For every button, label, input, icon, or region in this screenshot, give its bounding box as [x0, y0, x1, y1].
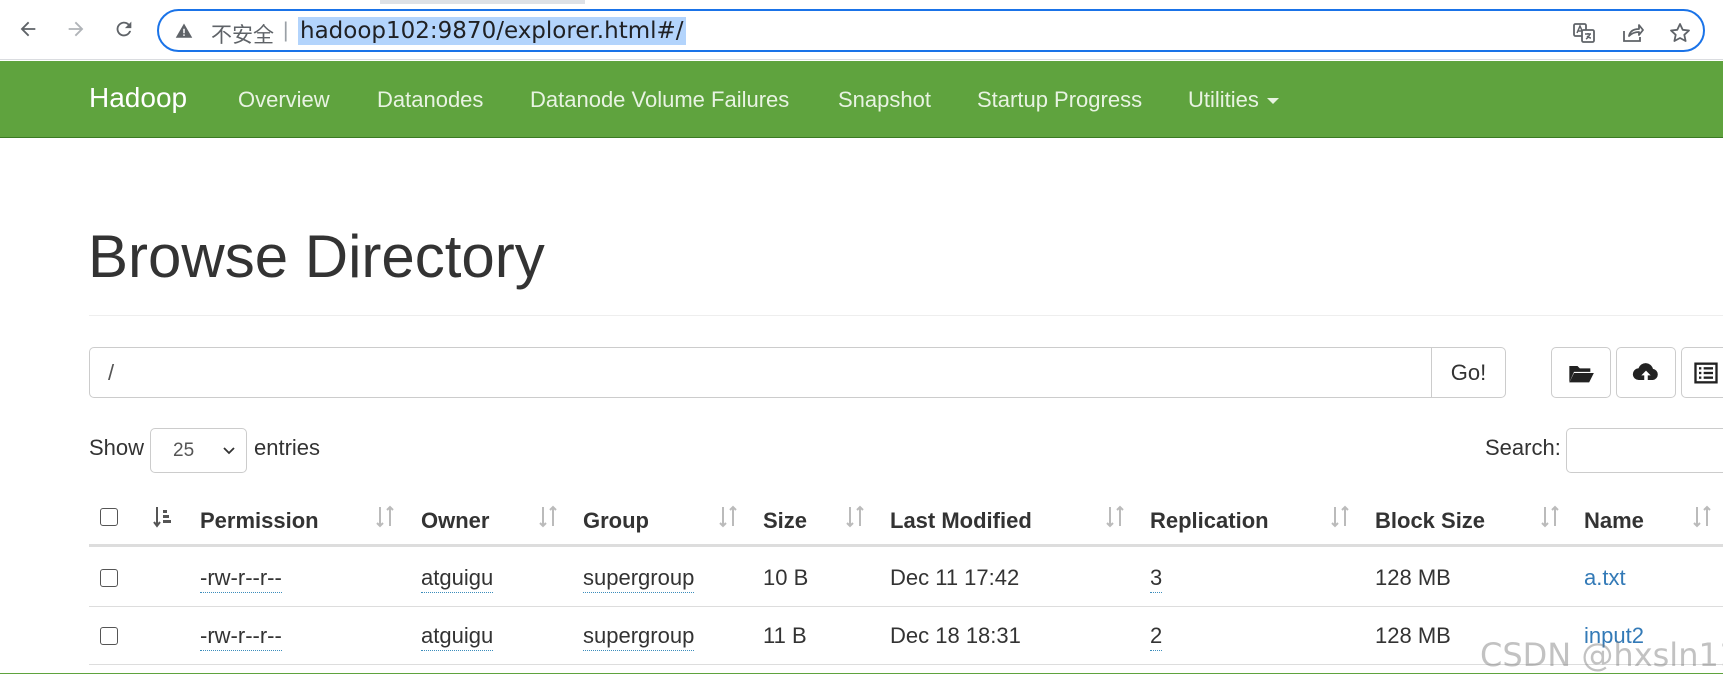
reload-icon	[116, 21, 132, 37]
group-cell[interactable]: supergroup	[583, 565, 695, 593]
sort-icon[interactable]	[844, 504, 866, 530]
column-size[interactable]: Size	[763, 508, 807, 534]
watermark: CSDN @hxsln11	[1480, 636, 1723, 674]
block-size-cell: 128 MB	[1375, 565, 1451, 590]
nav-datanodes[interactable]: Datanodes	[377, 87, 483, 113]
replication-cell[interactable]: 3	[1150, 565, 1163, 593]
sort-icon[interactable]	[717, 504, 739, 530]
sort-icon[interactable]	[1104, 504, 1126, 530]
owner-cell[interactable]: atguigu	[421, 623, 494, 651]
table-row: -rw-r--r-- atguigu supergroup 11 B Dec 1…	[89, 607, 1723, 665]
table-row: -rw-r--r-- atguigu supergroup 10 B Dec 1…	[89, 549, 1723, 607]
security-label: 不安全	[211, 23, 274, 47]
tab-strip	[0, 0, 1723, 4]
sort-icon[interactable]	[1691, 504, 1713, 530]
url-separator: |	[283, 19, 289, 42]
star-icon[interactable]	[1668, 21, 1692, 45]
create-directory-button[interactable]	[1551, 347, 1611, 398]
browser-toolbar: 不安全 | hadoop102:9870/explorer.html#/	[0, 0, 1723, 60]
chevron-down-icon	[223, 447, 235, 455]
go-button[interactable]: Go!	[1431, 347, 1506, 398]
directory-path-input[interactable]: /	[89, 347, 1432, 398]
entries-value: 25	[173, 440, 195, 461]
modified-cell: Dec 11 17:42	[890, 565, 1020, 590]
permission-cell[interactable]: -rw-r--r--	[200, 565, 282, 593]
column-group[interactable]: Group	[583, 508, 649, 534]
nav-snapshot[interactable]: Snapshot	[838, 87, 931, 113]
modified-cell: Dec 18 18:31	[890, 623, 1021, 648]
nav-utilities-label: Utilities	[1188, 87, 1259, 112]
list-icon	[1694, 362, 1718, 383]
entries-per-page-select[interactable]: 25	[150, 428, 247, 473]
table-header: Permission Owner Group Size Last Modifie…	[89, 496, 1723, 547]
search-input[interactable]	[1566, 428, 1723, 473]
share-icon[interactable]	[1620, 21, 1644, 45]
nav-datanode-volume-failures[interactable]: Datanode Volume Failures	[530, 87, 789, 113]
row-checkbox[interactable]	[100, 627, 118, 645]
bottom-divider	[0, 673, 1723, 674]
address-bar[interactable]: 不安全 | hadoop102:9870/explorer.html#/	[157, 9, 1705, 52]
folder-open-icon	[1569, 365, 1594, 382]
brand-logo[interactable]: Hadoop	[89, 82, 187, 114]
column-replication[interactable]: Replication	[1150, 508, 1269, 534]
nav-utilities[interactable]: Utilities	[1188, 87, 1279, 113]
upload-button[interactable]	[1616, 347, 1676, 398]
owner-cell[interactable]: atguigu	[421, 565, 494, 593]
size-cell: 11 B	[763, 623, 807, 648]
select-all-checkbox[interactable]	[100, 508, 118, 526]
translate-icon[interactable]	[1572, 21, 1596, 45]
nav-overview[interactable]: Overview	[238, 87, 330, 113]
warning-icon	[175, 23, 193, 38]
back-button[interactable]	[13, 14, 43, 44]
hadoop-navbar: Hadoop Overview Datanodes Datanode Volum…	[0, 61, 1723, 138]
page-title: Browse Directory	[88, 223, 545, 290]
column-owner[interactable]: Owner	[421, 508, 489, 534]
column-last-modified[interactable]: Last Modified	[890, 508, 1032, 534]
url-text[interactable]: hadoop102:9870/explorer.html#/	[298, 17, 686, 45]
forward-button[interactable]	[61, 14, 91, 44]
row-checkbox[interactable]	[100, 569, 118, 587]
group-cell[interactable]: supergroup	[583, 623, 695, 651]
cloud-upload-icon	[1632, 362, 1658, 382]
file-name-link[interactable]: a.txt	[1584, 565, 1626, 591]
replication-cell[interactable]: 2	[1150, 623, 1163, 651]
nav-startup-progress[interactable]: Startup Progress	[977, 87, 1142, 113]
sort-ascending-icon[interactable]	[152, 504, 174, 530]
sort-icon[interactable]	[374, 504, 396, 530]
show-label: Show	[89, 435, 145, 460]
column-block-size[interactable]: Block Size	[1375, 508, 1485, 534]
title-divider	[89, 315, 1723, 316]
reload-button[interactable]	[109, 14, 139, 44]
column-permission[interactable]: Permission	[200, 508, 319, 534]
search-label: Search:	[1485, 435, 1561, 460]
column-name[interactable]: Name	[1584, 508, 1644, 534]
permission-cell[interactable]: -rw-r--r--	[200, 623, 282, 651]
sort-icon[interactable]	[1539, 504, 1561, 530]
caret-down-icon	[1266, 98, 1279, 105]
sort-icon[interactable]	[537, 504, 559, 530]
size-cell: 10 B	[763, 565, 809, 590]
arrow-right-icon	[68, 21, 84, 37]
block-size-cell: 128 MB	[1375, 623, 1451, 648]
cut-paste-button[interactable]	[1681, 347, 1723, 398]
arrow-left-icon	[20, 21, 36, 37]
sort-icon[interactable]	[1329, 504, 1351, 530]
entries-label: entries	[254, 435, 321, 460]
